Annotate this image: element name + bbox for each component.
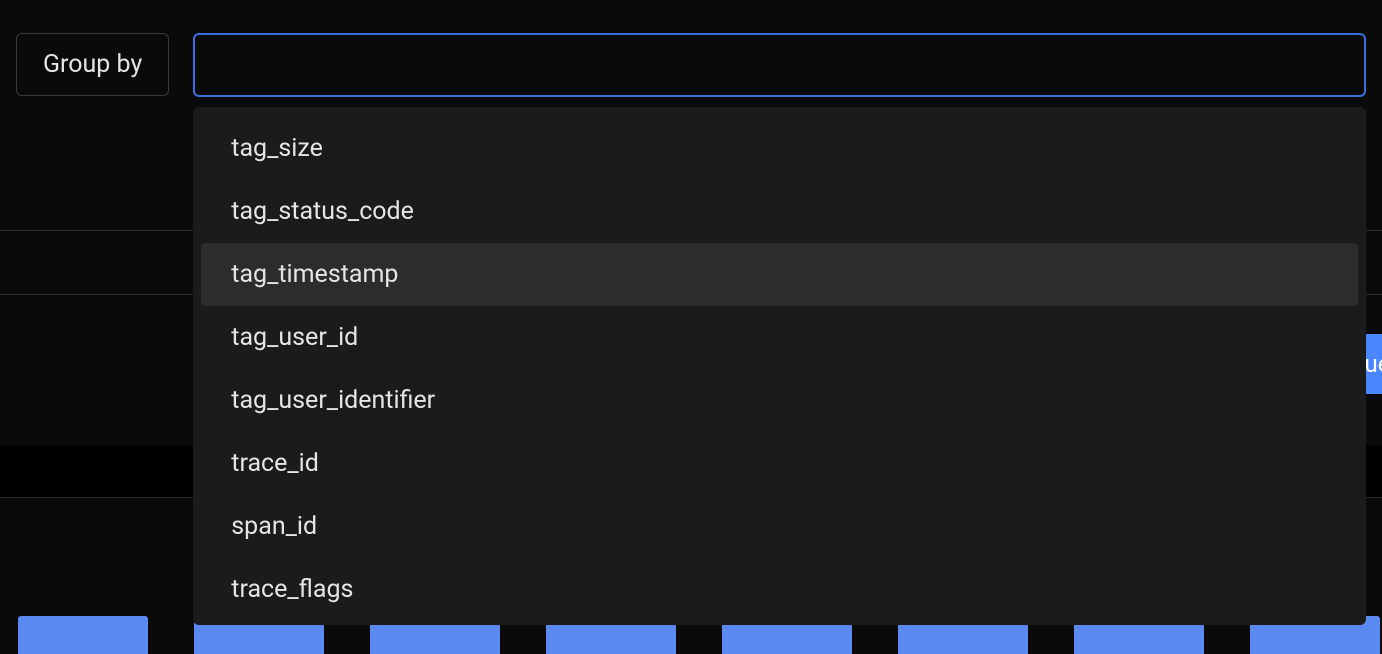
dropdown-option[interactable]: tag_timestamp: [201, 243, 1358, 306]
dropdown-option[interactable]: span_id: [201, 495, 1358, 558]
dropdown-option[interactable]: tag_size: [201, 117, 1358, 180]
chart-bar: [18, 616, 148, 654]
dropdown-option[interactable]: tag_status_code: [201, 180, 1358, 243]
group-by-input[interactable]: [193, 33, 1366, 97]
dropdown-option[interactable]: trace_flags: [201, 558, 1358, 621]
dropdown-option[interactable]: trace_id: [201, 432, 1358, 495]
group-by-dropdown: tag_sizetag_status_codetag_timestamptag_…: [193, 107, 1366, 625]
dropdown-option[interactable]: tag_user_id: [201, 306, 1358, 369]
group-by-label: Group by: [16, 33, 169, 96]
dropdown-option[interactable]: tag_user_identifier: [201, 369, 1358, 432]
